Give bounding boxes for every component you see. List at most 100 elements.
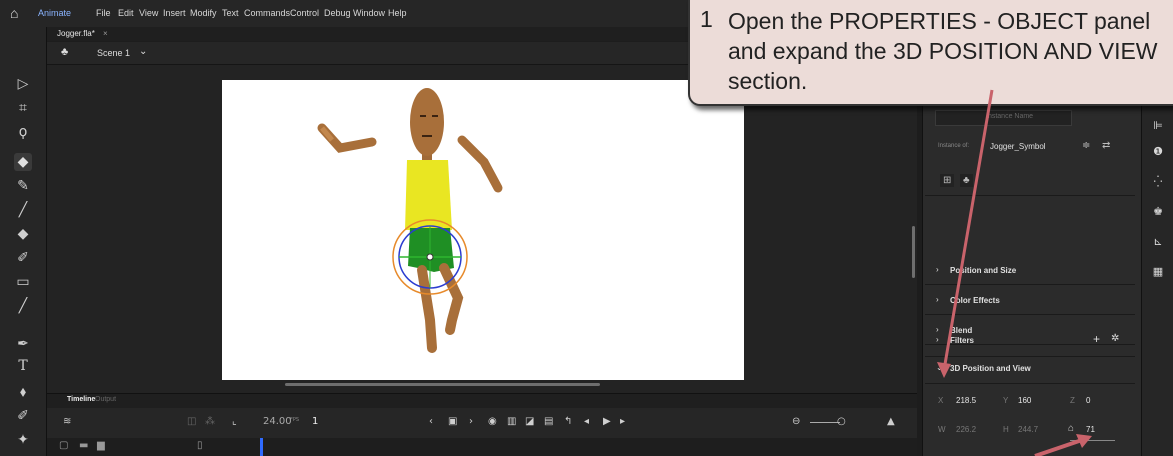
head: [410, 88, 444, 156]
instance-name-input[interactable]: Instance Name: [935, 110, 1072, 126]
divider: [925, 314, 1135, 315]
step-back-icon[interactable]: ◂: [584, 416, 589, 427]
section-position-and-size[interactable]: › Position and Size: [930, 260, 1130, 280]
symbol-icon[interactable]: ♣: [61, 46, 68, 58]
scene-label[interactable]: Scene 1: [97, 48, 130, 58]
eyedropper-tool-icon[interactable]: ✐: [14, 407, 32, 425]
eraser-tool-icon[interactable]: ◆: [14, 225, 32, 243]
gear-icon[interactable]: ✲: [1111, 333, 1119, 344]
perspective-angle-value[interactable]: 71: [1086, 425, 1095, 434]
timeline-ruler[interactable]: ▢ ▬ ▆ ▯: [47, 438, 917, 456]
horizontal-scrollbar[interactable]: [285, 383, 600, 386]
rotation-center-point[interactable]: [426, 253, 434, 261]
3d-rotation-tool-icon[interactable]: ◆: [14, 153, 32, 171]
menu-text[interactable]: Text: [222, 8, 239, 18]
delete-layer-icon[interactable]: ▆: [97, 440, 105, 451]
prev-keyframe-icon[interactable]: ‹: [429, 416, 433, 427]
menu-edit[interactable]: Edit: [118, 8, 134, 18]
rectangle-tool-icon[interactable]: ▭: [14, 273, 32, 291]
divider: [925, 356, 1135, 357]
pin-tool-icon[interactable]: ✦: [14, 431, 32, 449]
menu-help[interactable]: Help: [388, 8, 407, 18]
frames-icon[interactable]: ▤: [544, 416, 553, 427]
chevron-down-icon[interactable]: ⌄: [139, 46, 147, 57]
menu-file[interactable]: File: [96, 8, 111, 18]
fps-value[interactable]: 24.00: [263, 416, 292, 427]
line-tool-icon[interactable]: ╱: [14, 297, 32, 315]
motion-editor-icon[interactable]: ⊾: [1151, 235, 1165, 249]
section-3d-position-and-view[interactable]: ⌄ 3D Position and View: [930, 358, 1130, 378]
edit-multiple-frames-icon[interactable]: ▥: [507, 416, 516, 427]
selection-tool-icon[interactable]: ▷: [14, 75, 32, 93]
instance-of-value[interactable]: Jogger_Symbol: [990, 142, 1046, 151]
free-transform-tool-icon[interactable]: ⌗: [14, 99, 32, 117]
menu-window[interactable]: Window: [353, 8, 385, 18]
vanishing-point-slider[interactable]: [1070, 440, 1115, 441]
close-tab-icon[interactable]: ×: [103, 29, 108, 38]
divider: [925, 383, 1135, 384]
perspective-angle-icon: ⌂: [1068, 423, 1075, 434]
menu-debug[interactable]: Debug: [324, 8, 351, 18]
document-tab-label: Jogger.fla*: [57, 29, 95, 38]
edit-symbol-icon[interactable]: ≑: [1082, 140, 1090, 151]
frame-number[interactable]: 1: [312, 416, 318, 427]
graph-icon[interactable]: ⌞: [232, 416, 237, 427]
menu-insert[interactable]: Insert: [163, 8, 186, 18]
zoom-out-frames-icon[interactable]: ⊖: [792, 416, 800, 427]
color-panel-icon[interactable]: ⁛: [1151, 175, 1165, 189]
playhead[interactable]: [260, 438, 263, 456]
brush-tool-icon[interactable]: ✎: [14, 177, 32, 195]
menu-commands[interactable]: Commands: [244, 8, 290, 18]
info-panel-icon[interactable]: ❶: [1151, 145, 1165, 159]
tween-icon[interactable]: ◪: [525, 416, 534, 427]
jogger-figure[interactable]: [222, 80, 744, 380]
pen-tool-icon[interactable]: ✒: [14, 335, 32, 353]
y-label: Y: [1003, 396, 1009, 405]
menu-control[interactable]: Control: [290, 8, 319, 18]
frame-zoom-slider[interactable]: [810, 422, 840, 423]
step-forward-icon[interactable]: ▸: [620, 416, 625, 427]
text-tool-icon[interactable]: T: [14, 357, 32, 375]
frame-zoom-handle[interactable]: ○: [837, 416, 846, 427]
onion-skin-icon[interactable]: ◉: [488, 416, 497, 427]
pencil-tool-icon[interactable]: ╱: [14, 201, 32, 219]
section-filters[interactable]: › Filters + ✲: [930, 330, 1130, 350]
symbol-library-icon[interactable]: ♣: [960, 174, 973, 187]
callout-text: Open the PROPERTIES - OBJECT panel and e…: [728, 8, 1158, 94]
new-folder-icon[interactable]: ▬: [79, 440, 88, 451]
next-keyframe-icon[interactable]: ›: [469, 416, 473, 427]
vanishing-point-handle[interactable]: ○: [1079, 434, 1084, 444]
new-layer-icon[interactable]: ▢: [59, 440, 68, 451]
menu-modify[interactable]: Modify: [190, 8, 217, 18]
layers-icon[interactable]: ≋: [63, 416, 71, 427]
swap-symbol-icon[interactable]: ⇄: [1102, 140, 1110, 151]
menu-view[interactable]: View: [139, 8, 158, 18]
section-color-effects[interactable]: › Color Effects: [930, 290, 1130, 310]
insert-keyframe-icon[interactable]: ▣: [448, 416, 457, 427]
add-filter-button[interactable]: +: [1093, 332, 1100, 346]
loop-icon[interactable]: ↰: [564, 416, 572, 427]
timeline-tabs: Timeline Output: [47, 393, 917, 408]
lasso-tool-icon[interactable]: ϙ: [14, 123, 32, 141]
tab-output[interactable]: Output: [95, 396, 116, 403]
tools-panel: ▷ ⌗ ϙ ◆ ✎ ╱ ◆ ✐ ▭ ╱ ✒ T ⬧ ✐ ✦: [0, 27, 47, 456]
library-panel-icon[interactable]: ♚: [1151, 205, 1165, 219]
y-value[interactable]: 160: [1018, 396, 1031, 405]
z-value[interactable]: 0: [1086, 396, 1090, 405]
home-icon[interactable]: ⌂: [10, 5, 18, 21]
vertical-scrollbar[interactable]: [912, 226, 915, 278]
align-panel-icon[interactable]: ⊫: [1151, 119, 1165, 133]
show-all-icon[interactable]: ▯: [197, 440, 203, 451]
play-icon[interactable]: ▶: [603, 416, 611, 427]
swatches-panel-icon[interactable]: ▦: [1151, 265, 1165, 279]
bone-tool-icon[interactable]: ⬧: [14, 383, 32, 401]
zoom-in-frames-icon[interactable]: ▲: [887, 416, 895, 427]
z-label: Z: [1070, 396, 1075, 405]
camera-icon[interactable]: ◫: [187, 416, 196, 427]
tab-timeline[interactable]: Timeline: [67, 396, 95, 403]
paint-bucket-icon[interactable]: ✐: [14, 249, 32, 267]
symbol-type-icon[interactable]: ⊞: [940, 174, 955, 187]
fps-unit: FPS: [290, 417, 300, 423]
parent-view-icon[interactable]: ⁂: [205, 416, 215, 427]
x-value[interactable]: 218.5: [956, 396, 976, 405]
